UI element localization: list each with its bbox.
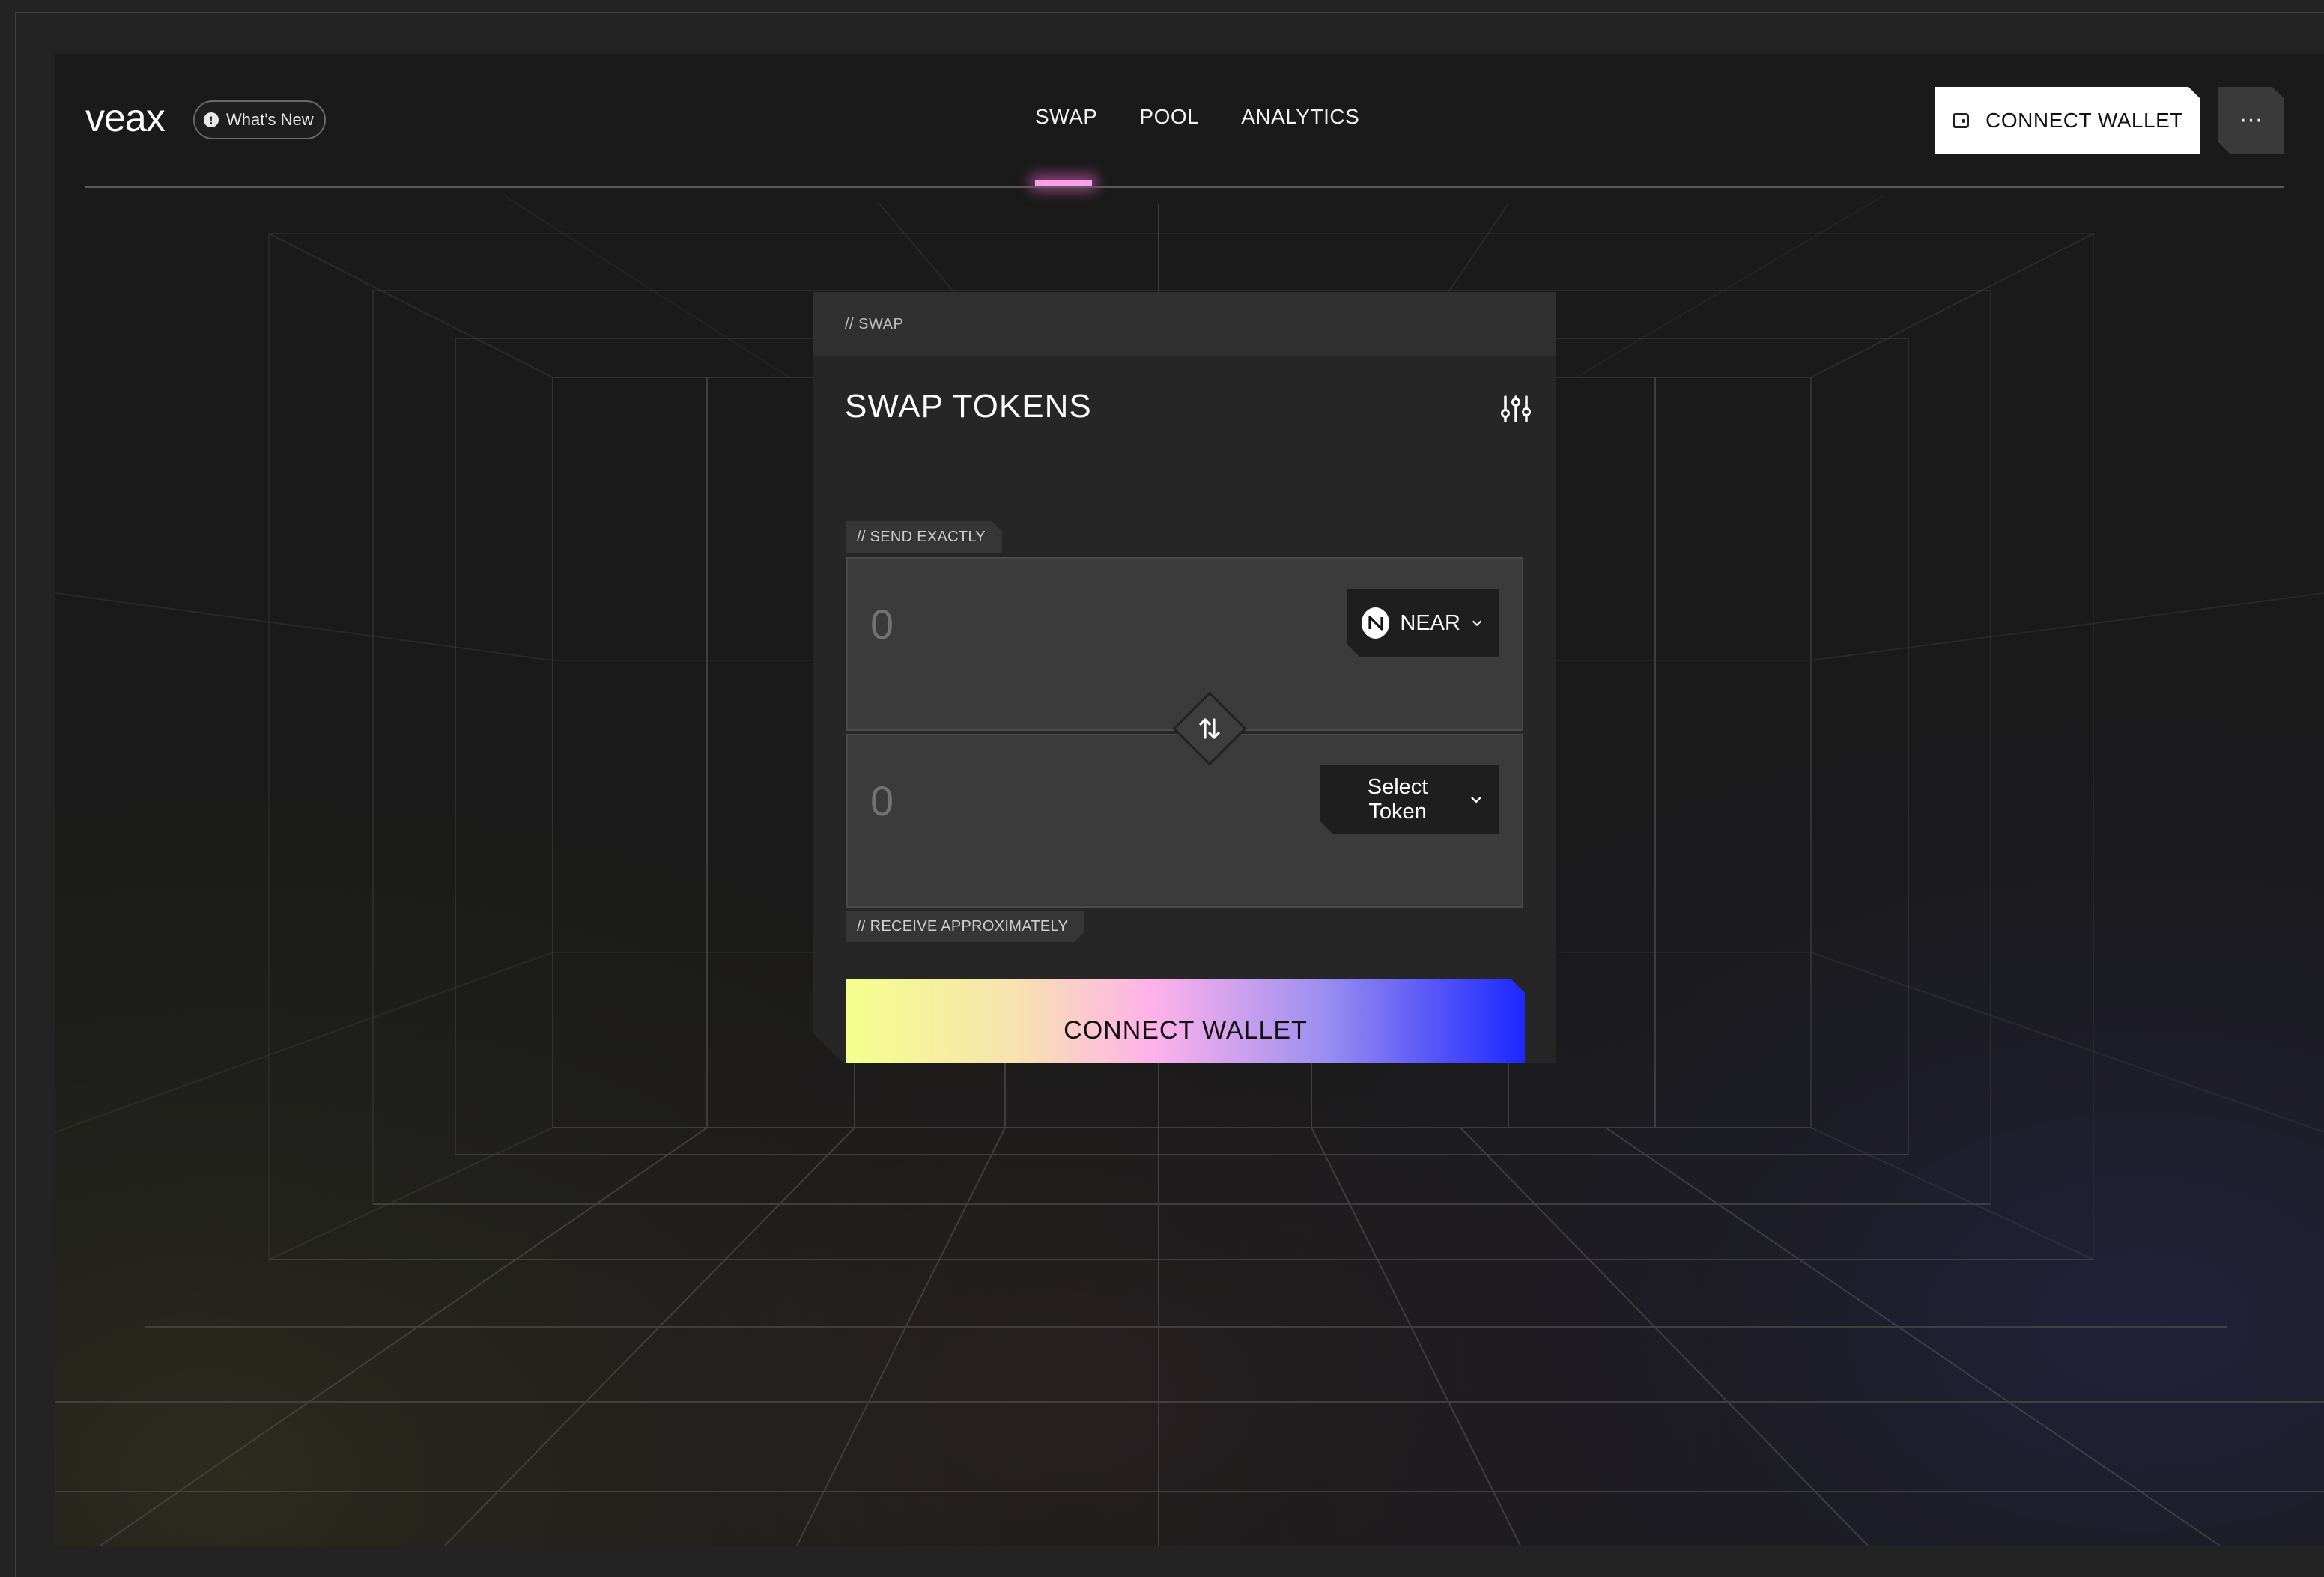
receive-token-name: Select Token — [1367, 775, 1428, 824]
info-icon: ! — [204, 112, 219, 127]
send-token-name: NEAR — [1400, 610, 1460, 635]
active-nav-indicator — [1035, 180, 1092, 186]
receive-token-selector[interactable]: Select Token — [1320, 765, 1499, 834]
send-token-selector[interactable]: NEAR — [1347, 589, 1499, 657]
send-token-panel: NEAR — [846, 557, 1523, 731]
nav-analytics[interactable]: ANALYTICS — [1241, 105, 1359, 129]
chevron-down-icon — [1469, 793, 1483, 806]
swap-title: SWAP TOKENS — [845, 388, 1092, 425]
swap-card-header: // SWAP — [813, 292, 1556, 356]
near-logo-icon — [1362, 607, 1389, 639]
swap-section-tag: // SWAP — [845, 315, 904, 332]
veax-logo[interactable]: veax — [85, 96, 166, 141]
app-root: veax ! What's New SWAP POOL ANALYTICS CO… — [55, 54, 2324, 1546]
whats-new-label: What's New — [226, 110, 314, 129]
settings-sliders-icon[interactable] — [1499, 392, 1532, 425]
send-exactly-label: // SEND EXACTLY — [846, 521, 1002, 553]
send-amount-input[interactable] — [870, 598, 1290, 650]
receive-approximately-label: // RECEIVE APPROXIMATELY — [846, 911, 1084, 942]
wallet-icon — [1953, 113, 1969, 128]
nav-swap[interactable]: SWAP — [1035, 105, 1097, 129]
header-divider — [85, 186, 2284, 188]
whats-new-button[interactable]: ! What's New — [193, 100, 326, 139]
chevron-down-icon — [1471, 616, 1483, 630]
receive-amount-input[interactable] — [870, 774, 1290, 827]
connect-wallet-header-label: CONNECT WALLET — [1985, 109, 2183, 132]
connect-wallet-header-button[interactable]: CONNECT WALLET — [1935, 87, 2200, 154]
receive-token-panel: Select Token — [846, 734, 1523, 908]
nav-pool[interactable]: POOL — [1139, 105, 1199, 129]
more-menu-button[interactable]: ··· — [2218, 87, 2284, 154]
swap-card: // SWAP SWAP TOKENS // SEND EXACTLY 0 NE… — [813, 292, 1556, 1063]
main-nav: SWAP POOL ANALYTICS — [1035, 105, 1359, 129]
